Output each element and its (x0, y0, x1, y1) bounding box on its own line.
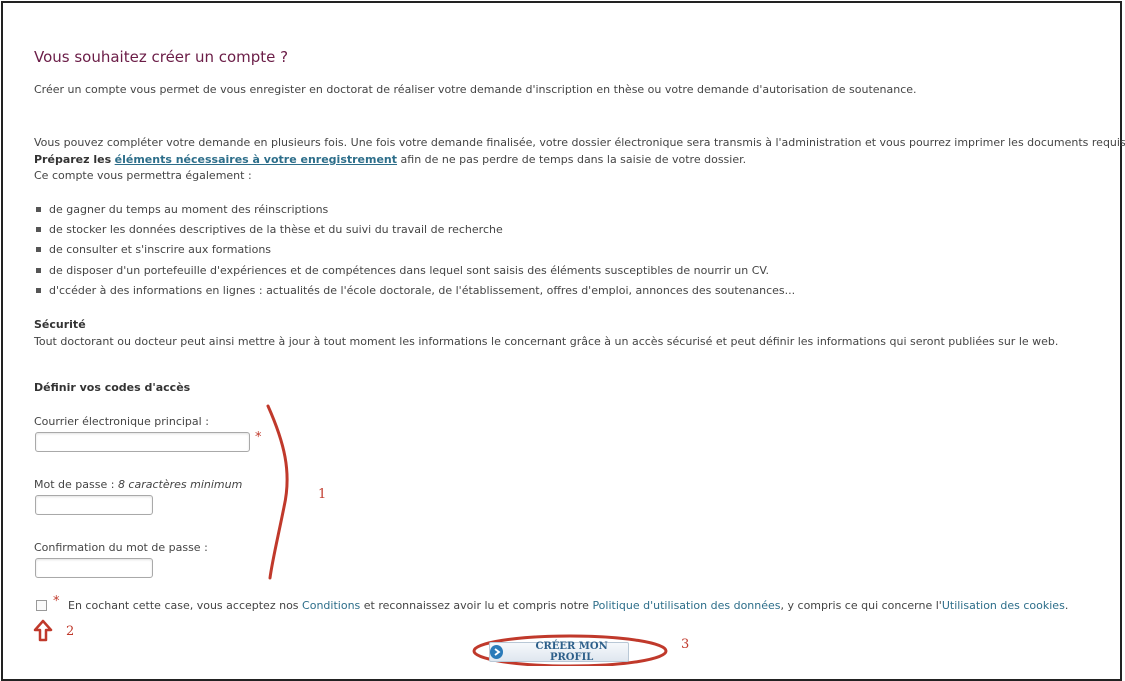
intro-line-3: Préparez les éléments nécessaires à votr… (34, 153, 746, 166)
consent-required-asterisk: * (53, 594, 60, 609)
bullet-icon (36, 287, 41, 293)
bullet-icon (36, 247, 41, 253)
page-title: Vous souhaitez créer un compte ? (34, 48, 289, 66)
annotation-label-3: 3 (681, 637, 690, 652)
arrow-up-icon (33, 619, 53, 642)
intro-line-4: Ce compte vous permettra également : (34, 169, 252, 182)
security-heading: Sécurité (34, 318, 86, 331)
consent-text: En cochant cette case, vous acceptez nos… (68, 599, 1069, 612)
email-field[interactable] (35, 432, 250, 452)
list-item: de stocker les données descriptives de l… (36, 220, 795, 240)
list-item: d'ccéder à des informations en lignes : … (36, 281, 795, 301)
password-label: Mot de passe : 8 caractères minimum (34, 478, 243, 491)
list-item: de gagner du temps au moment des réinscr… (36, 200, 795, 220)
create-profile-label: CRÉER MON PROFIL (535, 641, 608, 663)
email-label: Courrier électronique principal : (34, 415, 209, 428)
bullet-icon (36, 267, 41, 273)
password-field[interactable] (35, 495, 153, 515)
prepare-bold-text: Préparez les (34, 153, 112, 166)
password-hint: 8 caractères minimum (117, 478, 243, 491)
terms-checkbox[interactable] (36, 600, 47, 611)
create-profile-button[interactable]: CRÉER MON PROFIL (489, 641, 629, 663)
form-heading: Définir vos codes d'accès (34, 381, 191, 394)
data-policy-link[interactable]: Politique d'utilisation des données (592, 599, 780, 612)
cookies-link[interactable]: Utilisation des cookies (942, 599, 1065, 612)
annotation-bracket (266, 404, 289, 580)
security-text: Tout doctorant ou docteur peut ainsi met… (34, 335, 1059, 348)
bullet-icon (36, 207, 41, 212)
chevron-right-icon (490, 645, 504, 659)
annotation-label-1: 1 (318, 487, 327, 502)
required-elements-link[interactable]: éléments nécessaires à votre enregistrem… (115, 153, 397, 166)
intro-line-2: Vous pouvez compléter votre demande en p… (34, 136, 1125, 149)
annotation-label-2: 2 (66, 624, 75, 639)
conditions-link[interactable]: Conditions (302, 599, 360, 612)
prepare-rest-text: afin de ne pas perdre de temps dans la s… (400, 153, 747, 166)
list-item: de consulter et s'inscrire aux formation… (36, 240, 795, 260)
confirm-password-field[interactable] (35, 558, 153, 578)
confirm-password-label: Confirmation du mot de passe : (34, 541, 208, 554)
benefits-list: de gagner du temps au moment des réinscr… (36, 200, 795, 301)
intro-line-1: Créer un compte vous permet de vous enre… (34, 83, 917, 96)
list-item: de disposer d'un portefeuille d'expérien… (36, 261, 795, 281)
bullet-icon (36, 227, 41, 233)
required-asterisk: * (255, 430, 262, 445)
